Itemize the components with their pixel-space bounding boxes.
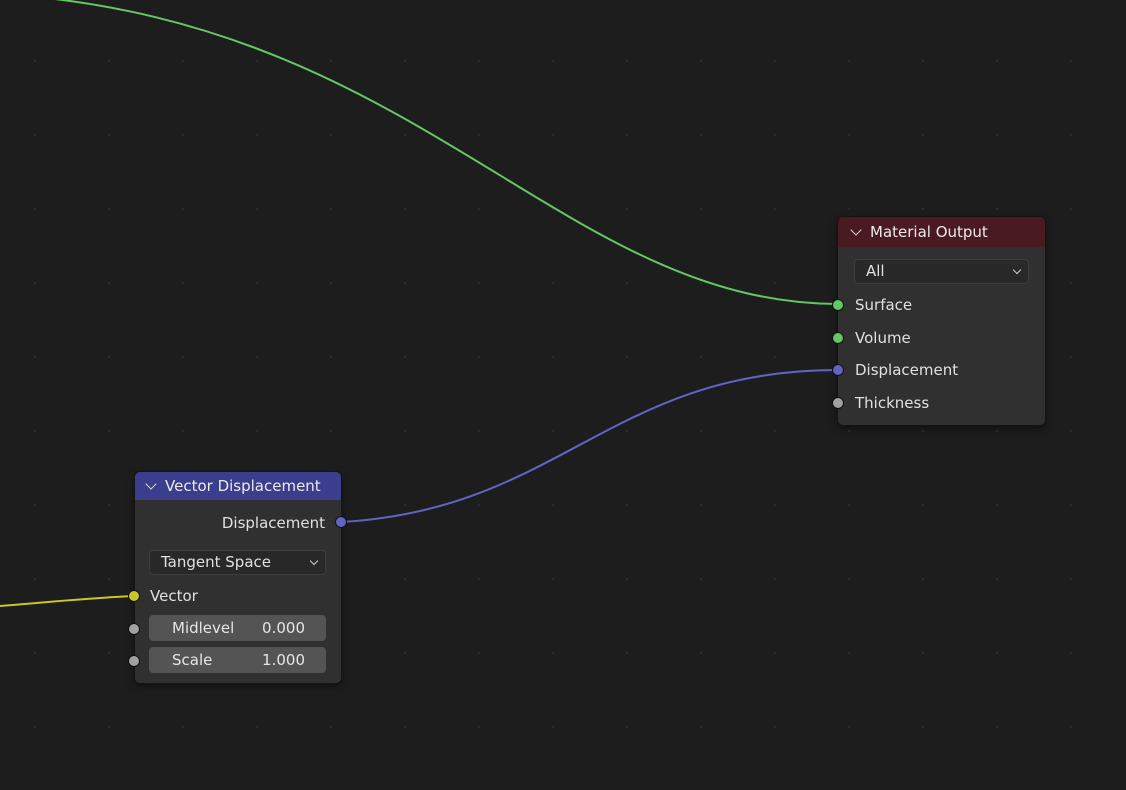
material-output-title: Material Output (870, 223, 988, 241)
volume-socket[interactable] (833, 333, 843, 343)
material-output-header[interactable]: Material Output (838, 217, 1045, 247)
displacement-output-label: Displacement (221, 514, 325, 532)
chevron-down-icon[interactable] (850, 224, 862, 236)
surface-label: Surface (855, 296, 913, 314)
vector-displacement-title: Vector Displacement (165, 477, 321, 495)
thickness-label: Thickness (855, 394, 930, 412)
space-select[interactable]: Tangent Space (149, 550, 326, 575)
scale-label: Scale (172, 651, 213, 669)
chevron-down-icon[interactable] (145, 478, 157, 490)
thickness-socket[interactable] (833, 398, 843, 408)
displacement-input-socket[interactable] (833, 365, 843, 375)
color-link-vector[interactable] (0, 595, 135, 607)
material-output-node[interactable]: Material Output All Surface Volume Displ… (833, 217, 1045, 425)
scale-value: 1.000 (262, 651, 305, 669)
dropdown-chevron-icon (309, 556, 319, 566)
target-select[interactable]: All (854, 259, 1029, 284)
scale-field[interactable]: Scale 1.000 (149, 647, 326, 673)
vector-label: Vector (150, 587, 198, 605)
target-select-value: All (866, 262, 885, 280)
volume-label: Volume (855, 329, 911, 347)
vector-displacement-header[interactable]: Vector Displacement (135, 472, 341, 500)
displacement-output-socket[interactable] (336, 517, 346, 527)
vector-link-displacement[interactable] (340, 369, 839, 523)
midlevel-value: 0.000 (262, 619, 305, 637)
vector-displacement-node[interactable]: Vector Displacement Displacement Tangent… (129, 472, 346, 683)
midlevel-field[interactable]: Midlevel 0.000 (149, 615, 326, 641)
scale-socket[interactable] (129, 656, 139, 666)
vector-input-socket[interactable] (129, 591, 139, 601)
midlevel-label: Midlevel (172, 619, 235, 637)
dropdown-chevron-icon (1012, 265, 1022, 275)
midlevel-socket[interactable] (129, 624, 139, 634)
surface-socket[interactable] (833, 300, 843, 310)
shader-link-surface[interactable] (0, 0, 839, 305)
space-select-value: Tangent Space (161, 553, 271, 571)
displacement-input-label: Displacement (855, 361, 959, 379)
